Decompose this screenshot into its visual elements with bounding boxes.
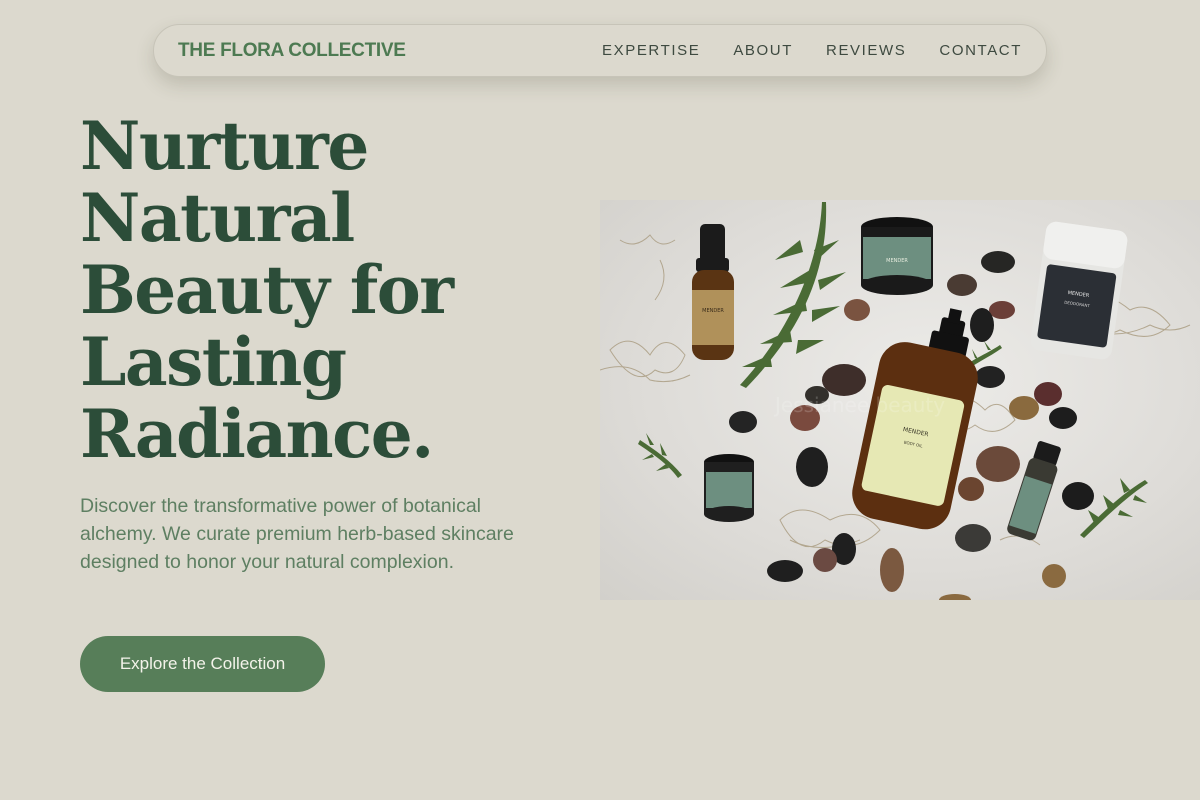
nav-link-reviews[interactable]: REVIEWS (826, 42, 906, 59)
jar-small (704, 454, 754, 522)
nav-links: EXPERTISE ABOUT REVIEWS CONTACT (569, 42, 1022, 59)
dropper-bottle: MENDER (692, 224, 734, 360)
product-photo: MENDER MENDER MENDER DEODORANT MENDER BO… (600, 200, 1200, 600)
nav-link-contact[interactable]: CONTACT (939, 42, 1022, 59)
brand-logo[interactable]: THE FLORA COLLECTIVE (178, 40, 406, 62)
page: THE FLORA COLLECTIVE EXPERTISE ABOUT REV… (0, 0, 1200, 800)
top-nav: THE FLORA COLLECTIVE EXPERTISE ABOUT REV… (153, 24, 1047, 77)
hero-description: Discover the transformative power of bot… (80, 495, 514, 573)
hero-title: Nurture Natural Beauty for Lasting Radia… (80, 107, 454, 473)
deodorant-stick: MENDER DEODORANT (1030, 221, 1128, 360)
nav-link-expertise[interactable]: EXPERTISE (602, 42, 700, 59)
svg-text:MENDER: MENDER (886, 258, 908, 264)
nav-link-about[interactable]: ABOUT (733, 42, 793, 59)
jar-large: MENDER (861, 217, 933, 295)
svg-text:MENDER: MENDER (702, 308, 724, 314)
svg-text:Jessianee beauty: Jessianee beauty (773, 393, 945, 417)
explore-collection-button[interactable]: Explore the Collection (80, 636, 325, 692)
